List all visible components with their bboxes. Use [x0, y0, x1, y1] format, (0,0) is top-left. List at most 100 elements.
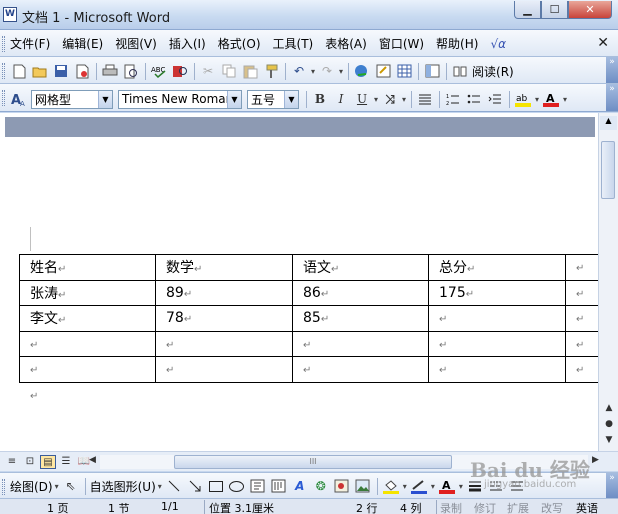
- style-select[interactable]: 网格型 ▼: [31, 89, 113, 109]
- autoshapes-button[interactable]: 自选图形(U): [90, 478, 156, 495]
- menubar-grip[interactable]: [2, 36, 5, 52]
- scroll-left-icon[interactable]: ◀: [89, 455, 96, 465]
- permission-icon[interactable]: [73, 62, 91, 80]
- new-doc-icon[interactable]: [10, 62, 28, 80]
- highlight-dropdown-icon[interactable]: ▾: [535, 95, 539, 104]
- document-map-icon[interactable]: [423, 62, 441, 80]
- save-icon[interactable]: [52, 62, 70, 80]
- table-cell[interactable]: ↵: [19, 356, 156, 383]
- menu-file[interactable]: 文件(F): [10, 35, 50, 52]
- minimize-button[interactable]: ▁: [514, 1, 541, 19]
- dash-style-icon[interactable]: [487, 477, 505, 495]
- status-record[interactable]: 录制: [440, 500, 462, 514]
- font-select[interactable]: Times New Roman ▼: [118, 89, 242, 109]
- redo-dropdown-icon[interactable]: ▾: [339, 67, 343, 76]
- bold-button[interactable]: B: [311, 90, 329, 108]
- previous-page-icon[interactable]: ▲: [602, 403, 616, 413]
- normal-view-icon[interactable]: ≡: [4, 455, 20, 469]
- table-cell[interactable]: ↵: [428, 356, 566, 383]
- line-color-icon[interactable]: [410, 477, 428, 495]
- menu-view[interactable]: 视图(V): [115, 35, 157, 52]
- insert-table-icon[interactable]: [395, 62, 413, 80]
- table-cell[interactable]: 85↵: [292, 305, 429, 332]
- menu-table[interactable]: 表格(A): [325, 35, 367, 52]
- document-area[interactable]: 姓名↵ 数学↵ 语文↵ 总分↵ ↵ 张涛↵ 89↵ 86↵ 175↵ ↵ 李文↵ 78↵ 85↵ ↵ ↵ ↵ ↵…: [0, 137, 598, 451]
- scroll-right-icon[interactable]: ▶: [592, 455, 599, 465]
- horizontal-scrollbar[interactable]: III: [100, 455, 588, 469]
- draw-font-color-dropdown-icon[interactable]: ▾: [459, 482, 463, 491]
- word-doc-icon[interactable]: W: [3, 7, 17, 22]
- character-scaling-icon[interactable]: ⤨: [381, 90, 399, 108]
- text-box-icon[interactable]: [249, 477, 267, 495]
- horizontal-ruler[interactable]: [0, 113, 598, 137]
- underline-dropdown-icon[interactable]: ▾: [374, 95, 378, 104]
- table-cell[interactable]: ↵: [565, 305, 598, 332]
- table-cell[interactable]: 张涛↵: [19, 279, 156, 306]
- font-color-dropdown-icon[interactable]: ▾: [563, 95, 567, 104]
- rectangle-icon[interactable]: [207, 477, 225, 495]
- scroll-up-icon[interactable]: ▲: [600, 116, 617, 130]
- table-cell[interactable]: ↵: [155, 330, 293, 357]
- read-mode-button[interactable]: 阅读(R): [472, 63, 514, 80]
- undo-icon[interactable]: ↶: [290, 62, 308, 80]
- status-track-changes[interactable]: 修订: [474, 500, 496, 514]
- draw-font-color-icon[interactable]: A: [438, 477, 456, 495]
- status-language[interactable]: 英语: [576, 500, 598, 514]
- fill-color-dropdown-icon[interactable]: ▾: [403, 482, 407, 491]
- table-cell[interactable]: ↵: [292, 356, 429, 383]
- hyperlink-icon[interactable]: [353, 62, 371, 80]
- font-color-icon[interactable]: A: [542, 90, 560, 108]
- table-cell[interactable]: ↵: [428, 330, 566, 357]
- open-folder-icon[interactable]: [31, 62, 49, 80]
- chevron-down-icon[interactable]: ▼: [98, 90, 112, 108]
- toolbar-options-chevron-icon[interactable]: »: [606, 57, 618, 83]
- highlight-icon[interactable]: ab: [514, 90, 532, 108]
- vertical-scrollbar[interactable]: ▲ ▲ ● ▼: [598, 113, 618, 451]
- underline-button[interactable]: U: [353, 90, 371, 108]
- scaling-dropdown-icon[interactable]: ▾: [402, 95, 406, 104]
- close-button[interactable]: ✕: [568, 1, 612, 19]
- select-browse-object-icon[interactable]: ●: [602, 419, 616, 429]
- equation-icon[interactable]: √α: [490, 37, 506, 51]
- fill-color-icon[interactable]: [382, 477, 400, 495]
- line-color-dropdown-icon[interactable]: ▾: [431, 482, 435, 491]
- clip-art-icon[interactable]: [333, 477, 351, 495]
- menu-help[interactable]: 帮助(H): [436, 35, 478, 52]
- read-mode-icon[interactable]: [451, 62, 469, 80]
- bullets-icon[interactable]: [465, 90, 483, 108]
- autoshapes-dropdown-icon[interactable]: ▾: [158, 482, 162, 491]
- menu-tools[interactable]: 工具(T): [273, 35, 314, 52]
- styles-pane-icon[interactable]: AA: [10, 90, 28, 108]
- insert-picture-icon[interactable]: [354, 477, 372, 495]
- increase-indent-icon[interactable]: [486, 90, 504, 108]
- chevron-down-icon[interactable]: ▼: [284, 90, 298, 108]
- print-preview-icon[interactable]: [122, 62, 140, 80]
- format-painter-icon[interactable]: [262, 62, 280, 80]
- line-style-icon[interactable]: [466, 477, 484, 495]
- menu-format[interactable]: 格式(O): [218, 35, 261, 52]
- table-cell[interactable]: ↵: [565, 356, 598, 383]
- table-cell[interactable]: 姓名↵: [19, 254, 156, 281]
- vertical-scroll-thumb[interactable]: [601, 141, 615, 199]
- paste-icon[interactable]: [241, 62, 259, 80]
- select-objects-icon[interactable]: ⇖: [62, 477, 80, 495]
- table-cell[interactable]: ↵: [565, 330, 598, 357]
- diagram-icon[interactable]: ❂: [312, 477, 330, 495]
- line-icon[interactable]: [165, 477, 183, 495]
- table-cell[interactable]: ↵: [155, 356, 293, 383]
- table-cell[interactable]: 175↵: [428, 279, 566, 306]
- chevron-down-icon[interactable]: ▼: [227, 90, 241, 108]
- wordart-icon[interactable]: A: [291, 477, 309, 495]
- spelling-icon[interactable]: ABC: [150, 62, 168, 80]
- redo-icon[interactable]: ↷: [318, 62, 336, 80]
- font-size-select[interactable]: 五号 ▼: [247, 89, 299, 109]
- italic-button[interactable]: I: [332, 90, 350, 108]
- table-cell[interactable]: ↵: [565, 254, 598, 281]
- undo-dropdown-icon[interactable]: ▾: [311, 67, 315, 76]
- draw-menu-button[interactable]: 绘图(D): [10, 478, 53, 495]
- word-table[interactable]: 姓名↵ 数学↵ 语文↵ 总分↵ ↵ 张涛↵ 89↵ 86↵ 175↵ ↵ 李文↵ 78↵ 85↵ ↵ ↵ ↵ ↵…: [19, 254, 598, 383]
- toolbar-options-chevron-icon[interactable]: »: [606, 473, 618, 498]
- cut-icon[interactable]: ✂: [199, 62, 217, 80]
- status-extend[interactable]: 扩展: [507, 500, 529, 514]
- oval-icon[interactable]: [228, 477, 246, 495]
